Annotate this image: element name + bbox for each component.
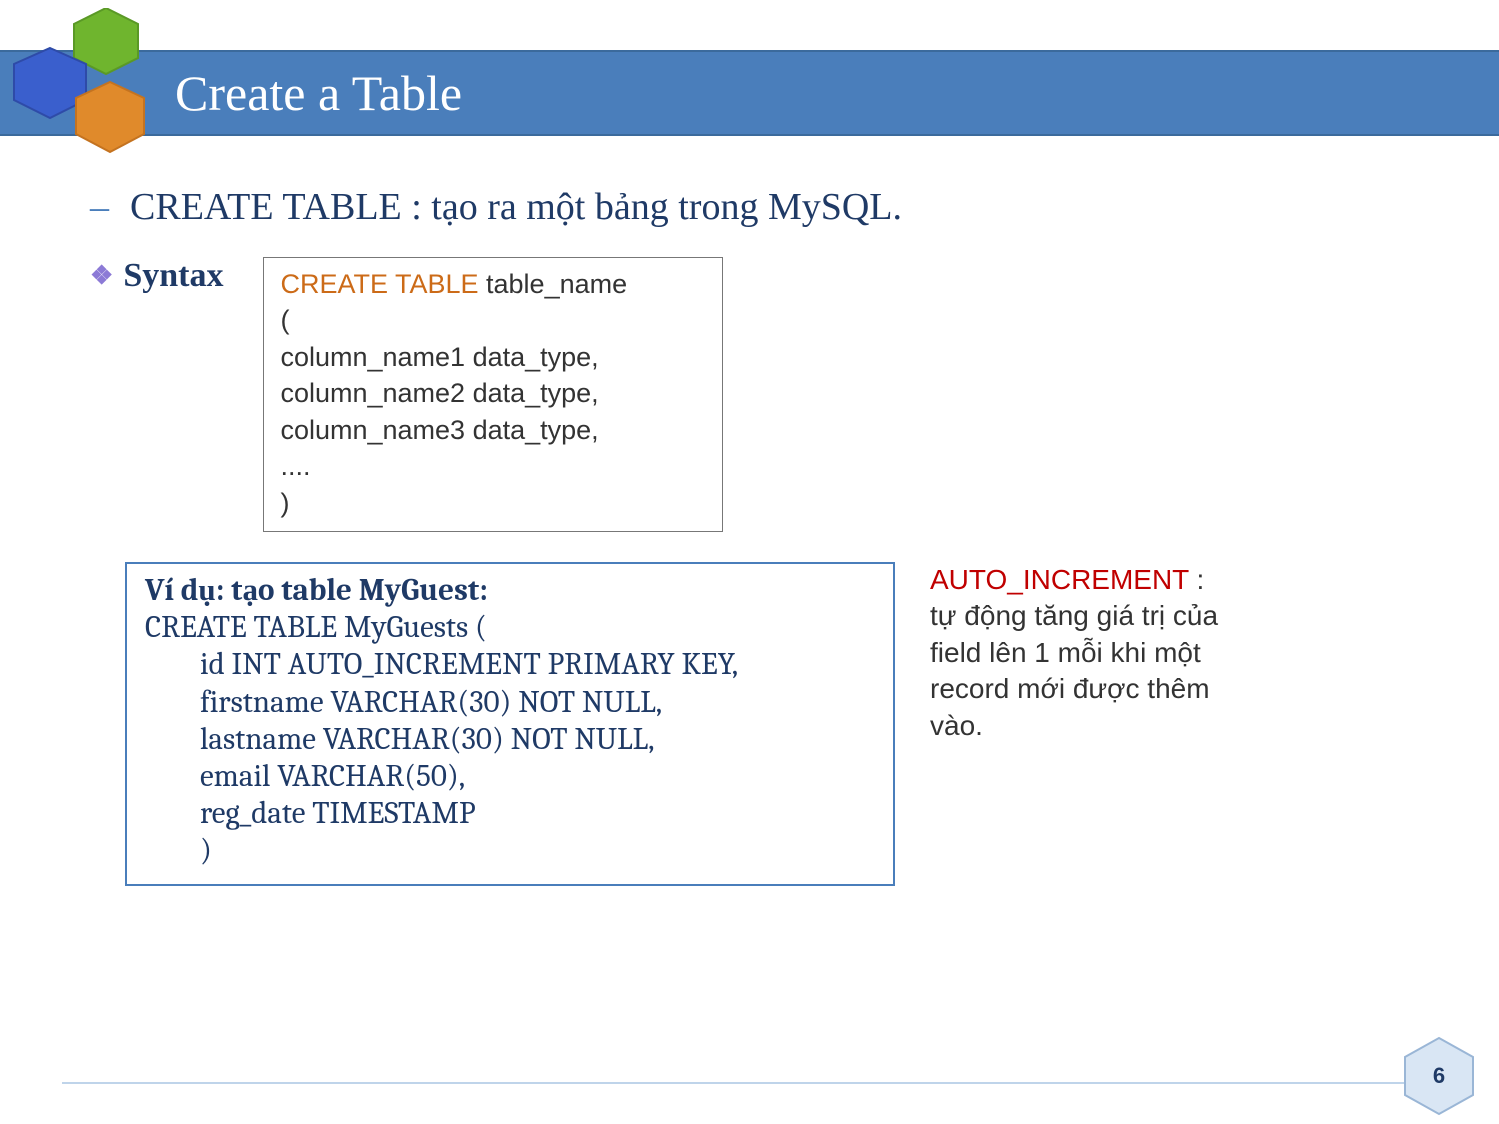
example-line-6: ) [145, 832, 875, 869]
syntax-col1: column_name1 data_type, [280, 339, 706, 375]
syntax-dots: .... [280, 448, 706, 484]
syntax-after-kw: table_name [479, 269, 628, 299]
example-box: Ví dụ: tạo table MyGuest: CREATE TABLE M… [125, 562, 895, 886]
syntax-close-paren: ) [280, 485, 706, 521]
syntax-row: ❖ Syntax CREATE TABLE table_name ( colum… [90, 257, 1449, 532]
syntax-label: ❖ Syntax [90, 257, 223, 295]
title-bar: Create a Table [0, 50, 1499, 136]
auto-increment-note: AUTO_INCREMENT : tự động tăng giá trị củ… [930, 562, 1220, 744]
bottom-divider [62, 1082, 1469, 1084]
bullet-text: CREATE TABLE : tạo ra một bảng trong MyS… [130, 185, 902, 229]
syntax-col2: column_name2 data_type, [280, 375, 706, 411]
example-line-1: id INT AUTO_INCREMENT PRIMARY KEY, [145, 646, 875, 683]
note-keyword: AUTO_INCREMENT [930, 564, 1189, 595]
page-number-badge: 6 [1399, 1036, 1479, 1116]
page-number: 6 [1433, 1063, 1445, 1089]
slide-title: Create a Table [175, 64, 462, 122]
example-line-4: email VARCHAR(50), [145, 758, 875, 795]
syntax-line-1: CREATE TABLE table_name [280, 266, 706, 302]
syntax-label-text: Syntax [123, 257, 223, 295]
diamond-bullet-icon: ❖ [90, 257, 113, 295]
example-line-0: CREATE TABLE MyGuests ( [145, 609, 875, 646]
example-line-2: firstname VARCHAR(30) NOT NULL, [145, 684, 875, 721]
syntax-open-paren: ( [280, 302, 706, 338]
syntax-col3: column_name3 data_type, [280, 412, 706, 448]
bullet-create-table: – CREATE TABLE : tạo ra một bảng trong M… [90, 185, 1449, 229]
dash-icon: – [90, 185, 130, 229]
example-line-3: lastname VARCHAR(30) NOT NULL, [145, 721, 875, 758]
syntax-box: CREATE TABLE table_name ( column_name1 d… [263, 257, 723, 532]
example-title: Ví dụ: tạo table MyGuest: [145, 572, 875, 609]
example-line-5: reg_date TIMESTAMP [145, 795, 875, 832]
syntax-keyword: CREATE TABLE [280, 269, 478, 299]
example-row: Ví dụ: tạo table MyGuest: CREATE TABLE M… [90, 562, 1449, 886]
slide-content: – CREATE TABLE : tạo ra một bảng trong M… [90, 185, 1449, 886]
